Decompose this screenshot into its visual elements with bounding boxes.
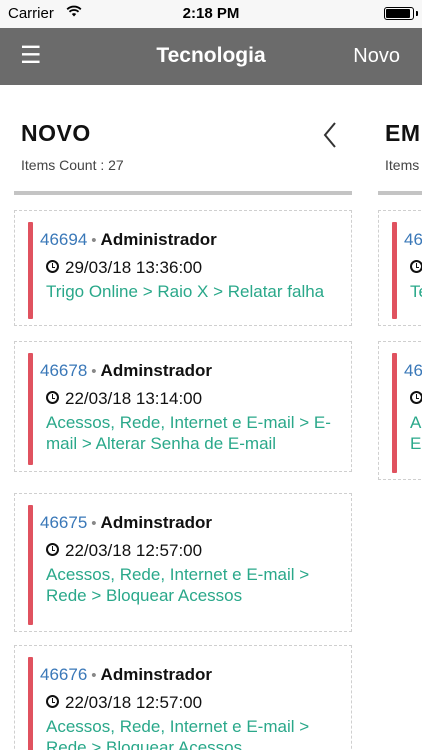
ticket-id[interactable]: 46678 [40, 361, 87, 380]
ticket-category-path: Acessos, Rede, Internet e E-mail > Rede … [46, 717, 310, 750]
ticket-header: 46676 • Adminstrador [40, 665, 212, 685]
ticket-category-path: Acessos, Rede, Internet e E-mail > Rede … [46, 565, 310, 605]
new-button[interactable]: Novo [353, 45, 400, 68]
ticket-user: Adminstrador [100, 361, 213, 380]
ticket-header: 46 [404, 230, 422, 250]
ticket-category-path: Te [410, 282, 422, 301]
column-divider [378, 191, 422, 195]
separator-dot: • [91, 232, 97, 249]
ticket-header: 46675 • Adminstrador [40, 513, 212, 533]
priority-bar [28, 222, 33, 319]
chevron-left-icon[interactable] [322, 121, 338, 155]
ticket-category-path: Acessos, Rede, Internet e E-mail > E-mai… [46, 413, 331, 453]
ticket-date-row [410, 258, 422, 278]
ticket-header: 46 [404, 361, 422, 381]
column-title: EM [385, 120, 421, 146]
ticket-id[interactable]: 46675 [40, 513, 87, 532]
clock-icon [410, 260, 422, 273]
priority-bar [392, 222, 397, 319]
ticket-date-row: 29/03/18 13:36:00 [46, 258, 202, 278]
ticket-user: Adminstrador [100, 665, 213, 684]
ticket-id[interactable]: 46 [404, 361, 422, 380]
ticket-card[interactable]: 46 Te [378, 210, 422, 326]
ticket-id[interactable]: 46 [404, 230, 422, 249]
ticket-card[interactable]: 46 A E [378, 341, 422, 480]
priority-bar [28, 505, 33, 625]
ticket-user: Adminstrador [100, 513, 213, 532]
ticket-card[interactable]: 46675 • Adminstrador 22/03/18 12:57:00 Ace… [14, 493, 352, 632]
column-em: EM Items 46 Te 46 A E [378, 85, 422, 750]
items-count: Items Count : 27 [21, 157, 124, 173]
ticket-date-row: 22/03/18 12:57:00 [46, 541, 202, 561]
ticket-date-row [410, 389, 422, 409]
ticket-date: 22/03/18 13:14:00 [65, 389, 203, 408]
clock-icon [410, 391, 422, 404]
ticket-date-row: 22/03/18 13:14:00 [46, 389, 202, 409]
column-header: EM Items [378, 85, 422, 195]
ticket-card[interactable]: 46694 • Administrador 29/03/18 13:36:00 Tr… [14, 210, 352, 326]
status-time: 2:18 PM [182, 5, 240, 22]
priority-bar [392, 353, 397, 473]
clock-icon [46, 391, 59, 404]
column-title: NOVO [21, 120, 91, 146]
items-count: Items [385, 157, 420, 173]
column-header: NOVO Items Count : 27 [14, 85, 352, 195]
ticket-header: 46678 • Adminstrador [40, 361, 212, 381]
ticket-card[interactable]: 46676 • Adminstrador 22/03/18 12:57:00 Ace… [14, 645, 352, 750]
ticket-date-row: 22/03/18 12:57:00 [46, 693, 202, 713]
ticket-card[interactable]: 46678 • Adminstrador 22/03/18 13:14:00 Ace… [14, 341, 352, 472]
separator-dot: • [91, 515, 97, 532]
separator-dot: • [91, 667, 97, 684]
column-novo: NOVO Items Count : 27 46694 • Administrado… [14, 85, 352, 750]
ticket-id[interactable]: 46676 [40, 665, 87, 684]
priority-bar [28, 657, 33, 750]
clock-icon [46, 260, 59, 273]
ticket-id[interactable]: 46694 [40, 230, 87, 249]
ticket-category-path: Trigo Online > Raio X > Relatar falha [46, 282, 325, 301]
ticket-date: 22/03/18 12:57:00 [65, 541, 203, 560]
navigation-bar: ☰ Tecnologia Novo [0, 28, 422, 85]
ticket-user: Administrador [100, 230, 217, 249]
kanban-board[interactable]: NOVO Items Count : 27 46694 • Administrado… [0, 85, 422, 750]
separator-dot: • [91, 363, 97, 380]
status-bar: Carrier 2:18 PM [0, 0, 422, 28]
battery-icon [384, 7, 418, 20]
clock-icon [46, 543, 59, 556]
ticket-header: 46694 • Administrador [40, 230, 217, 250]
clock-icon [46, 695, 59, 708]
ticket-date: 29/03/18 13:36:00 [65, 258, 203, 277]
ticket-category-path: A E [410, 413, 422, 453]
priority-bar [28, 353, 33, 465]
ticket-date: 22/03/18 12:57:00 [65, 693, 203, 712]
column-divider [14, 191, 352, 195]
